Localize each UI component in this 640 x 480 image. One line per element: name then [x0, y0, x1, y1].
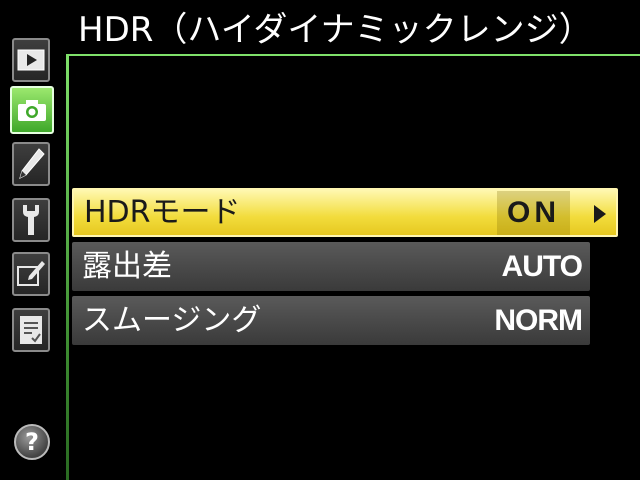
camera-menu-tab[interactable] [10, 86, 54, 134]
frame-divider-left [66, 54, 69, 480]
checklist-icon [20, 316, 42, 344]
retouch-icon [17, 261, 45, 286]
retouch-menu-tab[interactable] [12, 252, 50, 296]
pencil-icon [19, 148, 45, 179]
my-menu-tab[interactable] [12, 308, 50, 352]
pencil-menu-tab[interactable] [12, 142, 50, 186]
page-title: HDR（ハイダイナミックレンジ） [78, 10, 593, 50]
menu-item-label: HDRモード [84, 194, 241, 230]
chevron-right-icon [594, 205, 606, 223]
menu-item-label: スムージング [82, 302, 262, 338]
playback-menu-tab[interactable] [12, 38, 50, 82]
menu-tab-sidebar: ? [8, 28, 60, 468]
menu-item-exposure-differential[interactable]: 露出差 AUTO [72, 242, 590, 291]
camera-menu-icon [18, 100, 46, 121]
help-icon[interactable]: ? [14, 424, 50, 460]
setup-menu-tab[interactable] [12, 198, 50, 242]
menu-item-hdr-mode[interactable]: HDRモード ON [72, 188, 618, 237]
menu-item-label: 露出差 [82, 248, 172, 284]
menu-item-value: NORM [494, 303, 583, 337]
playback-menu-icon [17, 49, 45, 71]
frame-divider-top [66, 54, 640, 56]
menu-item-smoothing[interactable]: スムージング NORM [72, 296, 590, 345]
menu-item-value: AUTO [501, 249, 583, 283]
menu-item-value: ON [497, 190, 570, 235]
wrench-icon [23, 205, 39, 235]
hdr-settings-menu: HDRモード ON 露出差 AUTO スムージング NORM [72, 188, 618, 350]
